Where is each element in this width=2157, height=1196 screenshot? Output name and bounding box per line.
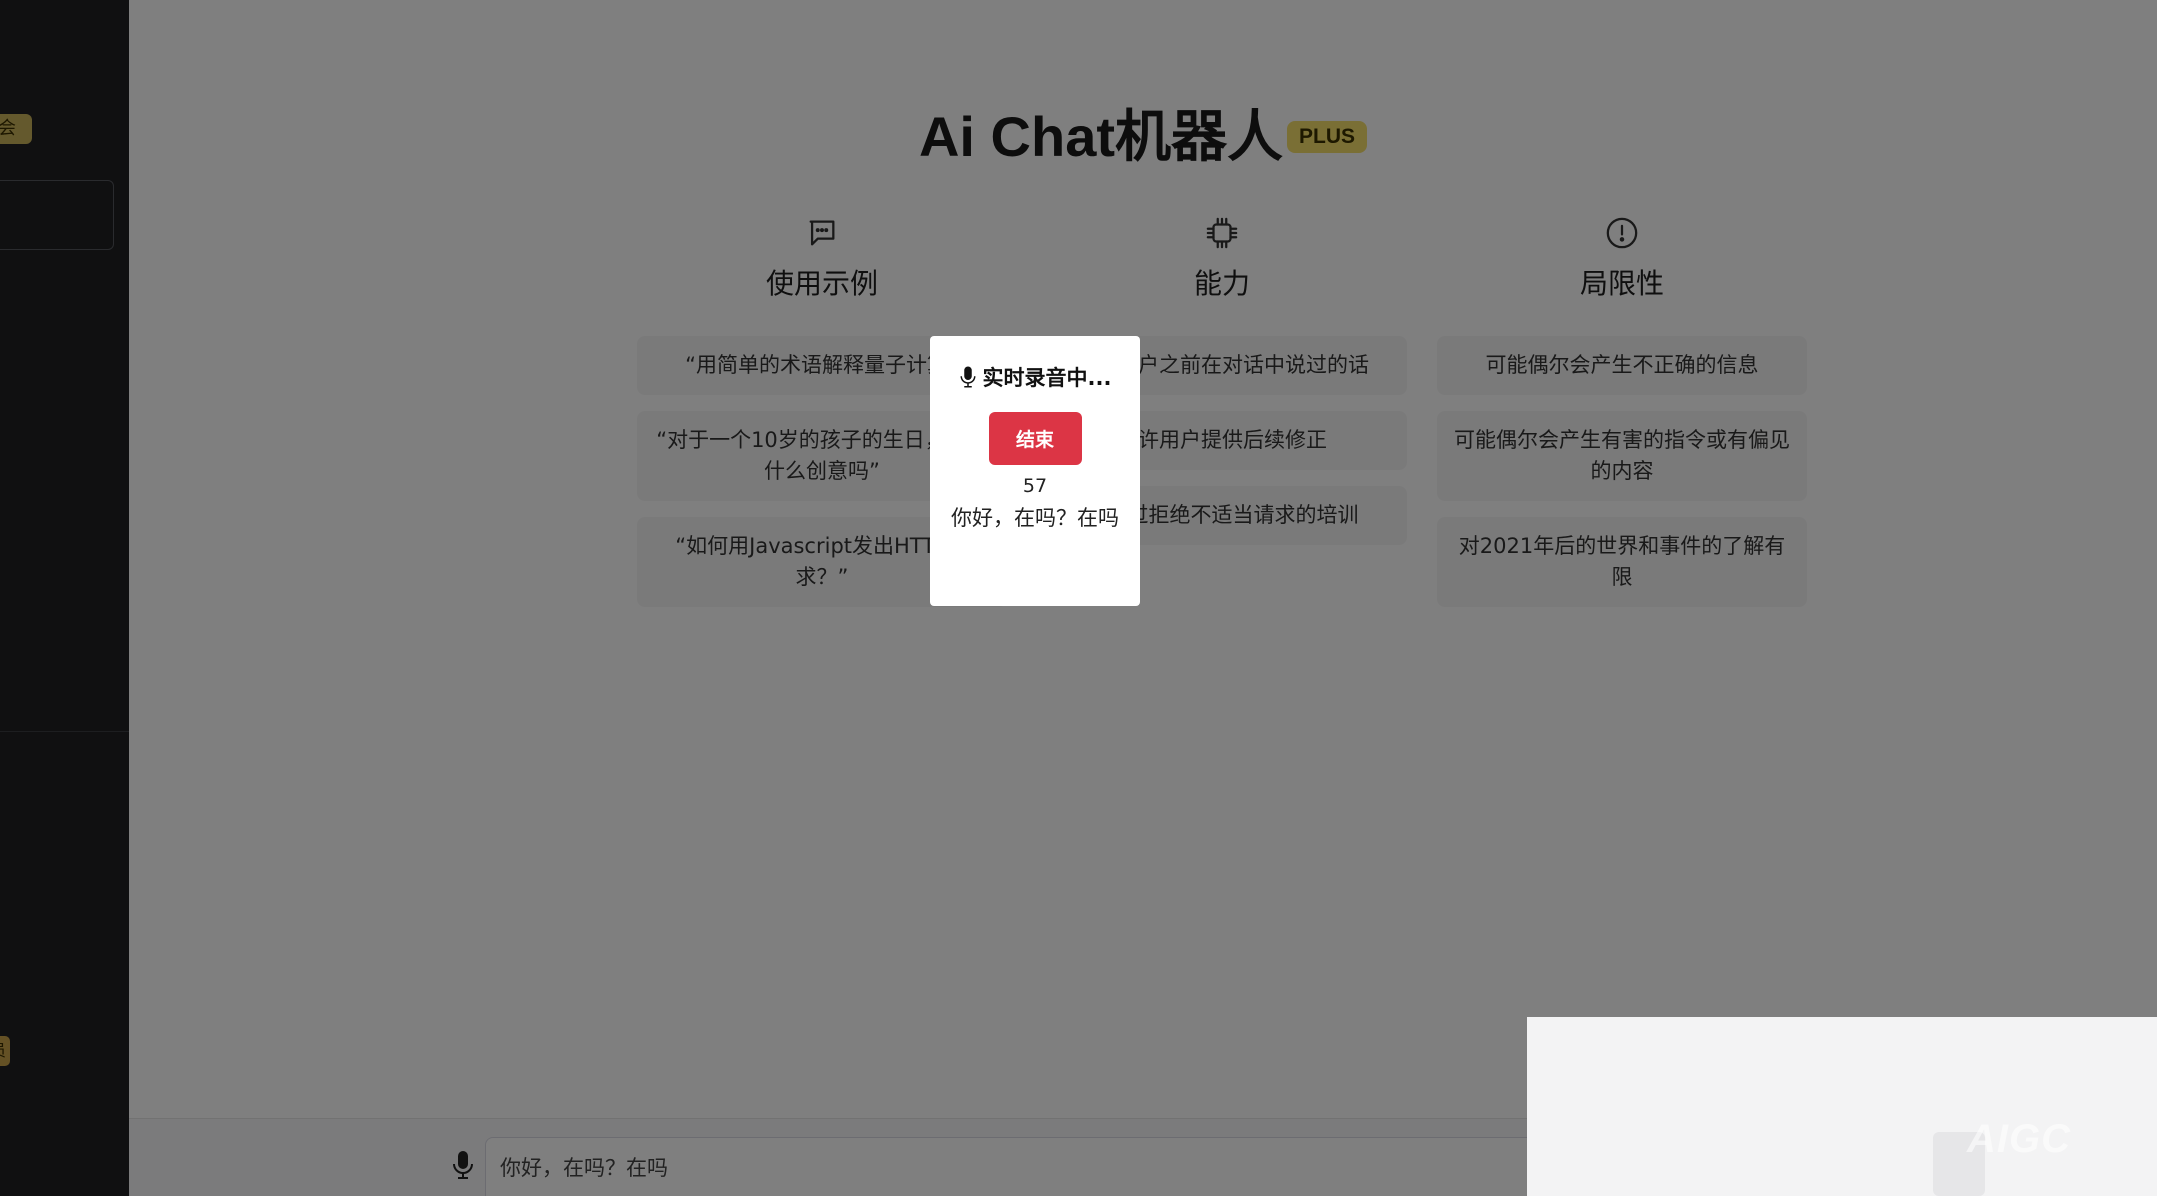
recording-counter: 57 xyxy=(1022,475,1048,497)
recording-transcript: 你好，在吗？在吗 xyxy=(951,506,1119,530)
modal-title-text: 实时录音中... xyxy=(982,366,1112,390)
floating-panel: AIGC xyxy=(1527,1017,2157,1196)
microphone-icon xyxy=(960,366,976,388)
end-recording-button[interactable]: 结束 xyxy=(988,412,1082,465)
recording-modal: 实时录音中... 结束 57 你好，在吗？在吗 xyxy=(930,336,1140,606)
watermark-logo: AIGC xyxy=(1967,1117,2071,1161)
modal-title: 实时录音中... xyxy=(930,362,1140,392)
